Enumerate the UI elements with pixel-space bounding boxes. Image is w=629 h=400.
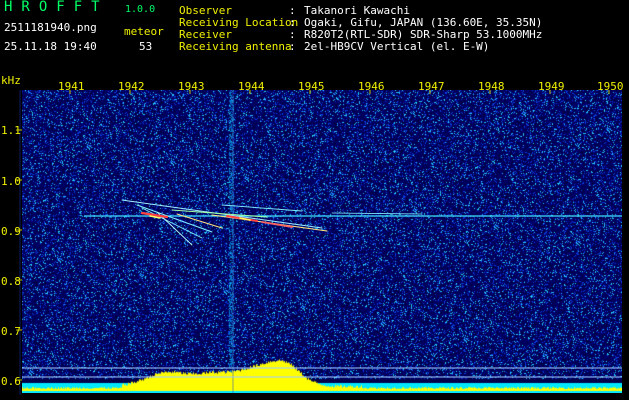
x-tick-label: 1943 [178, 80, 205, 93]
x-tick-label: 1944 [238, 80, 265, 93]
x-tick-label: 1941 [58, 80, 85, 93]
y-tick-label: 0.8 [1, 275, 21, 288]
x-tick-label: 1948 [478, 80, 505, 93]
x-tick-label: 1947 [418, 80, 445, 93]
x-tick-label: 1949 [538, 80, 565, 93]
x-tick-label: 1942 [118, 80, 145, 93]
y-tick-marks [16, 129, 22, 381]
y-tick-label: 1.0 [1, 175, 21, 188]
x-tick-marks [69, 90, 610, 94]
y-unit-label: kHz [1, 74, 21, 87]
y-tick-label: 0.9 [1, 225, 21, 238]
x-tick-label: 1946 [358, 80, 385, 93]
axes-layer: kHz 1.1 1.0 0.9 0.8 0.7 0.6 1941 1942 19… [1, 74, 624, 395]
y-tick-label: 0.7 [1, 325, 21, 338]
x-tick-label: 1945 [298, 80, 325, 93]
y-tick-label: 0.6 [1, 375, 21, 388]
x-tick-label: 1950 [597, 80, 624, 93]
